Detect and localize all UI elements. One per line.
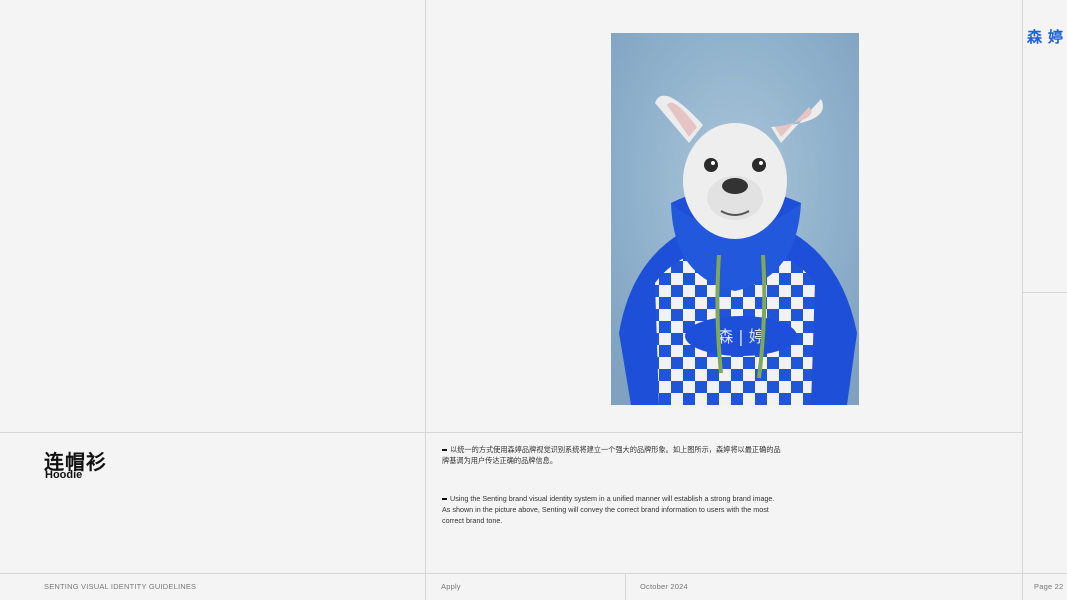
- divider-left: [425, 0, 426, 600]
- logo-char-2: 婷: [1048, 27, 1064, 46]
- svg-text:森 | 婷: 森 | 婷: [717, 327, 765, 346]
- footer-date: October 2024: [640, 582, 688, 591]
- bulldog-hoodie-image: 森 | 婷: [611, 33, 859, 405]
- product-photo: 森 | 婷: [611, 33, 859, 405]
- divider-sidebar: [1022, 292, 1067, 293]
- brand-logo: 森 婷: [1027, 27, 1064, 46]
- logo-char-1: 森: [1027, 27, 1043, 46]
- dash-icon: [442, 449, 447, 451]
- product-title-en: Hoodie: [45, 469, 83, 481]
- divider-footer-mid: [625, 573, 626, 600]
- footer-brand: SENTING VISUAL IDENTITY GUIDELINES: [44, 582, 197, 591]
- divider-footer: [0, 573, 1067, 574]
- description-en: Using the Senting brand visual identity …: [442, 493, 782, 526]
- footer-page: Page 22: [1034, 582, 1064, 591]
- dash-icon: [442, 498, 447, 500]
- description-cn: 以统一的方式使用森婷品牌视觉识别系统将建立一个强大的品牌形象。如上图所示，森婷将…: [442, 444, 782, 466]
- description-cn-text: 以统一的方式使用森婷品牌视觉识别系统将建立一个强大的品牌形象。如上图所示，森婷将…: [442, 445, 781, 465]
- divider-middle: [0, 432, 1022, 433]
- footer-section: Apply: [441, 582, 461, 591]
- divider-right: [1022, 0, 1023, 600]
- description-en-text: Using the Senting brand visual identity …: [442, 494, 775, 525]
